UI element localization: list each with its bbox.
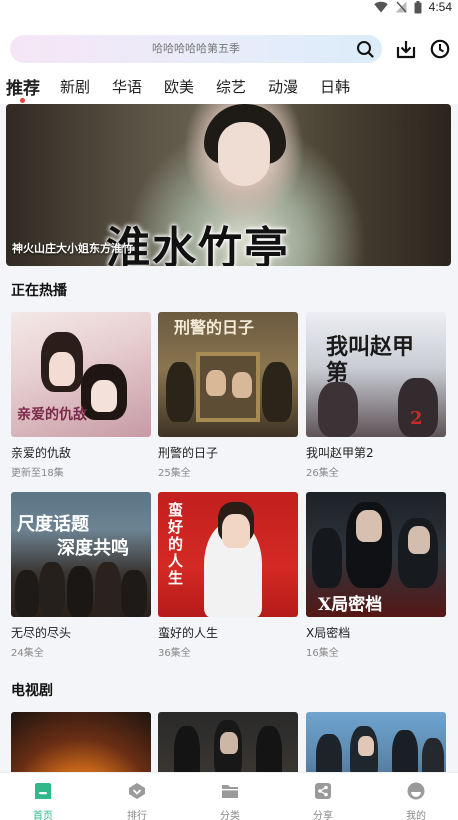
nav-profile-label[interactable]: 我的	[381, 807, 451, 820]
show-poster[interactable]: 蛮好的人生	[158, 492, 298, 617]
poster-tagline-2: 深度共鸣	[57, 538, 129, 559]
tab-western[interactable]: 欧美	[164, 76, 194, 97]
history-icon[interactable]	[430, 39, 450, 59]
signal-icon	[395, 1, 407, 13]
show-card[interactable]	[11, 712, 151, 772]
show-title[interactable]: X局密档	[306, 624, 350, 641]
show-poster[interactable]: 亲爱的仇敌	[11, 312, 151, 437]
nav-ranking-label[interactable]: 排行	[102, 807, 172, 820]
show-episodes: 16集全	[306, 648, 339, 659]
poster-title: 蛮好的人生	[168, 501, 184, 587]
show-card[interactable]	[158, 712, 298, 772]
poster-title: 我叫赵甲第	[326, 334, 415, 386]
tab-recommend[interactable]: 推荐	[6, 74, 40, 99]
show-card[interactable]: X局密档 X局密档 16集全	[306, 492, 446, 659]
nav-category[interactable]: 分类	[195, 773, 265, 820]
tab-chinese[interactable]: 华语	[112, 76, 142, 97]
tab-variety[interactable]: 综艺	[216, 76, 246, 97]
header: 哈哈哈哈哈第五季 推荐 新剧 华语 欧美 综艺 动漫 日韩	[0, 26, 458, 104]
section-title-tv-series: 电视剧	[11, 683, 53, 699]
show-episodes: 24集全	[11, 648, 44, 659]
poster-title: 刑警的日子	[174, 318, 255, 337]
bottom-navigation: 首页 排行 分类 分享 我的	[0, 772, 458, 820]
show-card[interactable]: 我叫赵甲第 2 我叫赵甲第2 26集全	[306, 312, 446, 479]
tab-new-drama[interactable]: 新剧	[60, 76, 90, 97]
nav-category-label[interactable]: 分类	[195, 807, 265, 820]
show-poster[interactable]	[306, 712, 446, 772]
show-poster[interactable]: 尺度话题 深度共鸣	[11, 492, 151, 617]
show-title[interactable]: 亲爱的仇敌	[11, 444, 71, 461]
show-episodes: 36集全	[158, 648, 191, 659]
show-poster[interactable]	[11, 712, 151, 772]
show-episodes: 更新至18集	[11, 468, 64, 479]
show-title[interactable]: 刑警的日子	[158, 444, 218, 461]
poster-tagline-1: 尺度话题	[17, 514, 89, 535]
tab-anime[interactable]: 动漫	[268, 76, 298, 97]
show-episodes: 26集全	[306, 468, 339, 479]
download-icon[interactable]	[396, 38, 416, 60]
show-title[interactable]: 无尽的尽头	[11, 624, 71, 641]
show-card[interactable]	[306, 712, 446, 772]
nav-profile[interactable]: 我的	[381, 773, 451, 820]
search-bar[interactable]: 哈哈哈哈哈第五季	[10, 35, 382, 63]
show-poster[interactable]: 刑警的日子	[158, 312, 298, 437]
ranking-icon[interactable]	[127, 781, 147, 801]
battery-icon	[414, 0, 422, 13]
poster-title: 亲爱的仇敌	[17, 407, 87, 423]
banner-artwork-title: 淮水竹亭	[106, 223, 290, 266]
featured-banner[interactable]: 淮水竹亭 神火山庄大小姐东方淮竹	[6, 104, 451, 266]
show-title[interactable]: 蛮好的人生	[158, 624, 218, 641]
nav-home-label[interactable]: 首页	[8, 807, 78, 820]
show-episodes: 25集全	[158, 468, 191, 479]
banner-caption: 神火山庄大小姐东方淮竹	[12, 242, 133, 255]
tab-japan-korea[interactable]: 日韩	[320, 76, 350, 97]
show-card[interactable]: 刑警的日子 刑警的日子 25集全	[158, 312, 298, 479]
share-icon[interactable]	[313, 781, 333, 801]
show-card[interactable]: 亲爱的仇敌 亲爱的仇敌 更新至18集	[11, 312, 151, 479]
home-icon[interactable]	[33, 781, 53, 801]
status-time: 4:54	[428, 0, 452, 14]
show-poster[interactable]: 我叫赵甲第 2	[306, 312, 446, 437]
search-placeholder[interactable]: 哈哈哈哈哈第五季	[10, 35, 382, 63]
nav-share[interactable]: 分享	[288, 773, 358, 820]
show-poster[interactable]	[158, 712, 298, 772]
wifi-icon	[373, 1, 388, 13]
show-title[interactable]: 我叫赵甲第2	[306, 444, 374, 461]
nav-share-label[interactable]: 分享	[288, 807, 358, 820]
banner-figure-face	[218, 122, 270, 186]
poster-season-mark: 2	[410, 408, 423, 429]
search-icon[interactable]	[356, 40, 374, 58]
show-card[interactable]: 尺度话题 深度共鸣 无尽的尽头 24集全	[11, 492, 151, 659]
show-poster[interactable]: X局密档	[306, 492, 446, 617]
active-tab-indicator	[20, 98, 25, 103]
nav-ranking[interactable]: 排行	[102, 773, 172, 820]
section-title-now-playing: 正在热播	[11, 283, 67, 299]
category-tabs: 推荐 新剧 华语 欧美 综艺 动漫 日韩	[0, 74, 458, 103]
status-bar: 4:54	[0, 0, 458, 26]
folder-icon[interactable]	[220, 781, 240, 801]
nav-home[interactable]: 首页	[8, 773, 78, 820]
poster-title: X局密档	[318, 595, 383, 615]
show-card[interactable]: 蛮好的人生 蛮好的人生 36集全	[158, 492, 298, 659]
profile-icon[interactable]	[406, 781, 426, 801]
